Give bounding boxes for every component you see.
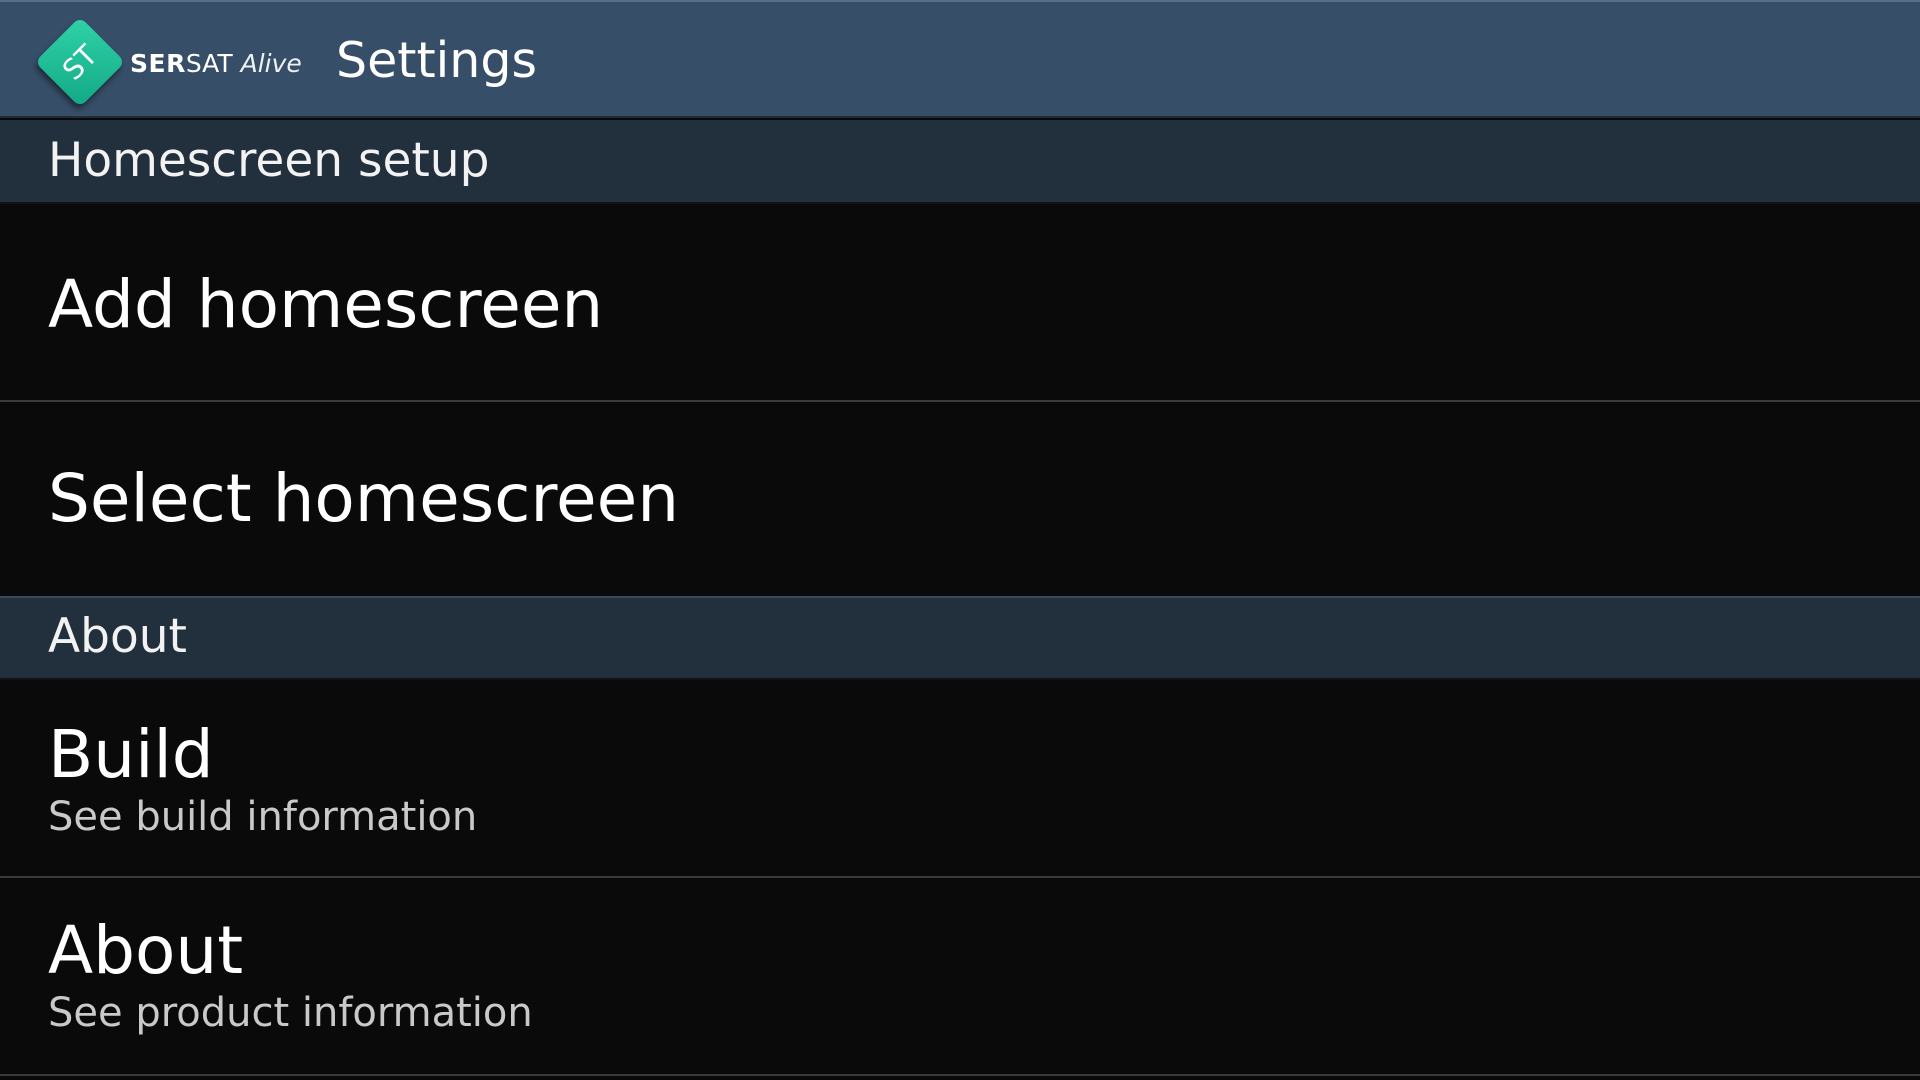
pref-title: About [48, 912, 244, 989]
logo-mark-text: ST [55, 37, 104, 86]
settings-screen: ST SERSAT Alive Settings Homescreen setup… [0, 0, 1920, 1080]
pref-add-homescreen[interactable]: Add homescreen [0, 204, 1920, 400]
pref-title: Select homescreen [48, 460, 680, 537]
app-logo[interactable]: ST SERSAT Alive [34, 14, 302, 110]
section-header-label: About [48, 609, 187, 664]
pref-title: Build [48, 716, 214, 793]
logo-brand-bold: SER [130, 48, 186, 78]
pref-select-homescreen[interactable]: Select homescreen [0, 402, 1920, 596]
pref-summary: See product information [48, 990, 533, 1036]
divider [0, 1074, 1920, 1076]
section-header-homescreen-setup: Homescreen setup [0, 120, 1920, 204]
action-bar: ST SERSAT Alive Settings [0, 0, 1920, 118]
pref-build[interactable]: Build See build information [0, 680, 1920, 876]
logo-brand-light: SAT [185, 48, 233, 78]
pref-title: Add homescreen [48, 266, 604, 343]
section-header-label: Homescreen setup [48, 133, 490, 188]
pref-summary: See build information [48, 794, 478, 840]
page-title: Settings [336, 32, 537, 89]
logo-wordmark: SERSAT Alive [130, 49, 302, 78]
section-header-about: About [0, 596, 1920, 680]
logo-tagline: Alive [240, 48, 302, 78]
logo-mark-icon: ST [34, 16, 126, 108]
pref-about[interactable]: About See product information [0, 878, 1920, 1074]
